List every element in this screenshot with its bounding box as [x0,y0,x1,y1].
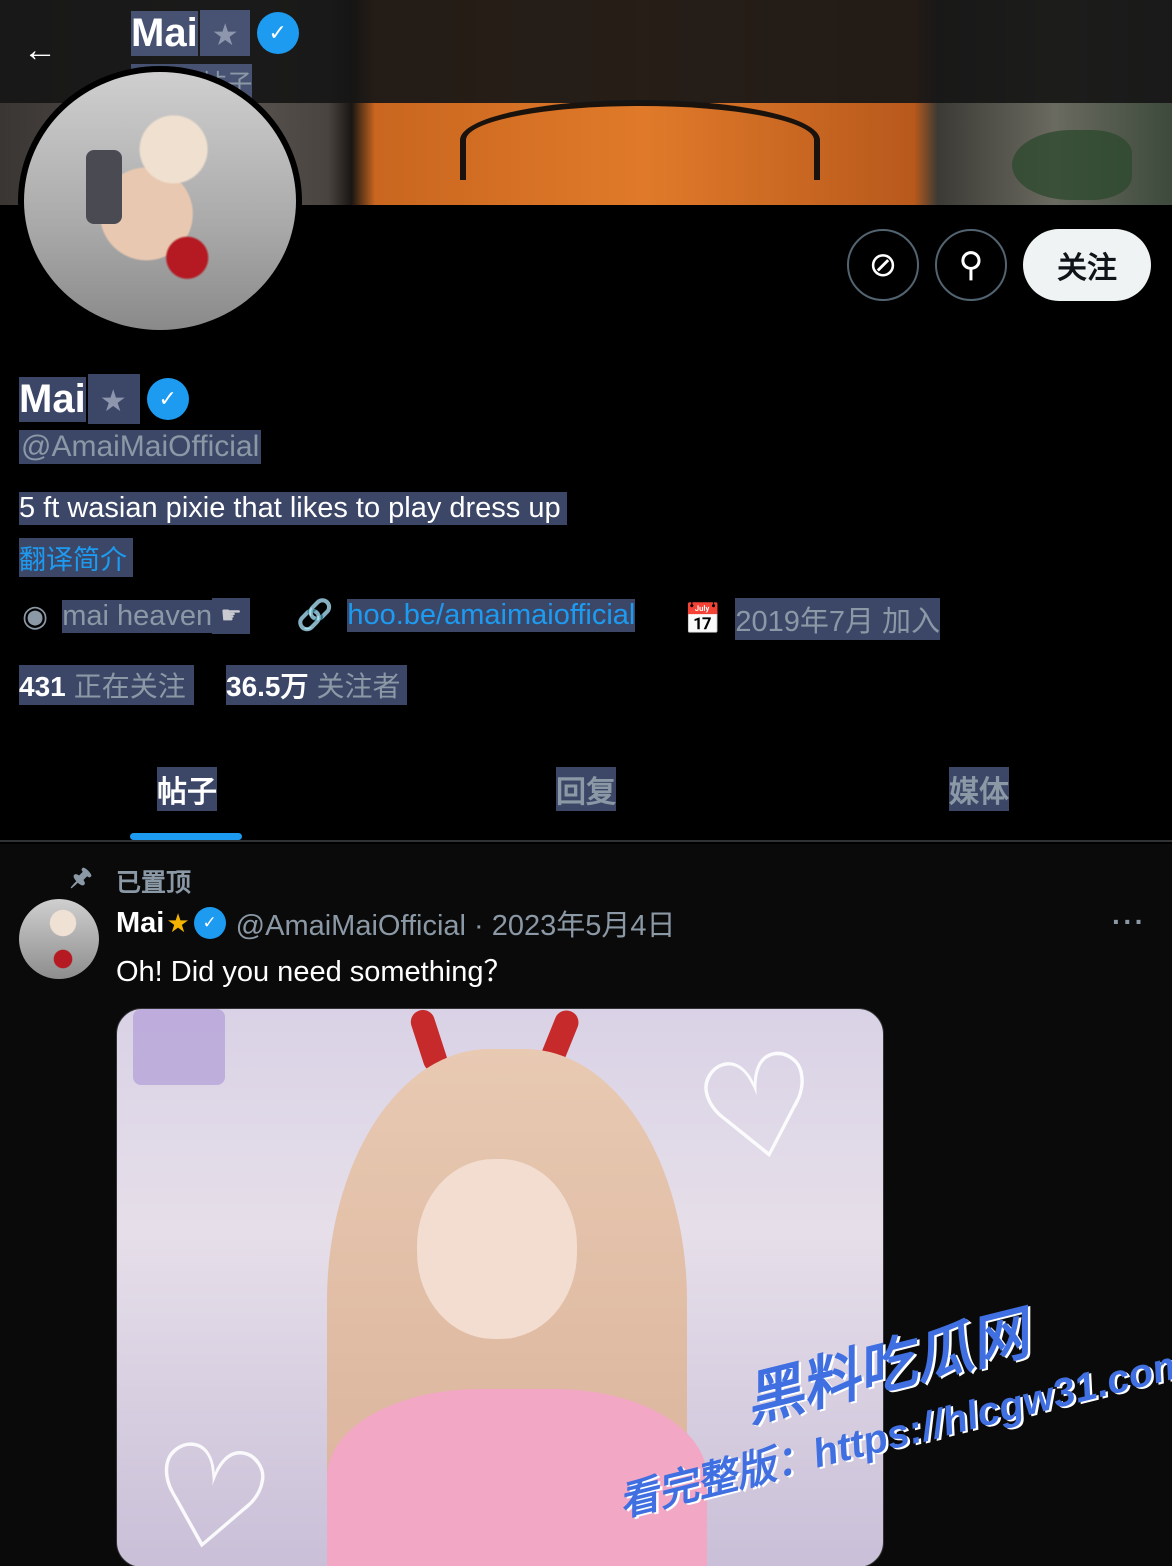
tab-posts[interactable]: 帖子 [0,738,386,840]
website-link[interactable]: hoo.be/amaimaiofficial [347,599,636,632]
arrow-left-icon: ← [23,30,57,69]
banner-detail [460,100,820,180]
profile-location: ◉ mai heaven ☛ [22,598,251,634]
post-text: Oh! Did you need something？ [116,956,513,988]
profile-handle: @AmaiMaiOfficial [19,430,262,464]
dizzy-emoji-icon: ★ [166,907,190,938]
search-icon: ⚲ [958,246,984,284]
avatar-phone [86,150,122,224]
pinned-post[interactable]: 🖈 已置顶 Mai ★ ✓ @AmaiMaiOfficial · 2023年5月… [0,844,1172,1566]
location-pin-icon: ◉ [22,599,49,633]
pin-icon: 🖈 [70,864,93,891]
followers-count: 36.5万 [226,671,309,702]
pinned-label: 已置顶 [116,868,192,897]
location-text: mai heaven [62,599,213,633]
post-handle-date[interactable]: @AmaiMaiOfficial · 2023年5月4日 [236,902,676,944]
following-label: 正在关注 [73,671,186,702]
tab-media[interactable]: 媒体 [786,738,1172,840]
active-tab-indicator [130,833,242,840]
header-name-text: Mai [131,10,198,56]
profile-name-text: Mai [19,376,86,422]
tab-replies[interactable]: 回复 [386,738,786,840]
heart-doodle-icon: ♡ [134,1411,286,1566]
profile-avatar[interactable] [18,66,302,336]
pointing-hand-icon: ☛ [212,598,251,634]
post-author-avatar[interactable] [19,899,99,979]
followers-label: 关注者 [316,671,401,702]
translate-bio-link[interactable]: 翻译简介 [19,538,133,577]
header-name: Mai ✓ [131,10,296,56]
joined-text: 2019年7月 加入 [735,598,941,640]
verified-badge-icon[interactable]: ✓ [149,381,186,417]
verified-badge-icon: ✓ [195,909,224,937]
tab-posts-label: 帖子 [157,767,217,811]
more-options-button[interactable]: ··· [1112,906,1146,938]
following-count: 431 [19,671,66,702]
tab-media-label: 媒体 [949,767,1009,811]
grok-icon: ⊘ [868,246,898,284]
back-button[interactable]: ← [18,28,62,72]
search-button[interactable]: ⚲ [935,229,1007,301]
link-icon: 🔗 [296,599,334,632]
follow-button[interactable]: 关注 [1023,229,1151,301]
pinned-indicator: 🖈 已置顶 [70,860,191,901]
profile-name: Mai ✓ [19,374,186,424]
followers-stat[interactable]: 36.5万 关注者 [226,665,407,705]
post-author-name[interactable]: Mai [116,907,164,940]
banner-plant [1012,130,1132,200]
profile-tabs: 帖子 回复 媒体 [0,738,1172,842]
grok-button[interactable]: ⊘ [847,229,919,301]
image-logo-watermark [133,1009,225,1085]
calendar-icon: 📅 [684,602,722,636]
heart-doodle-icon: ♡ [681,1019,838,1200]
profile-website[interactable]: 🔗 hoo.be/amaimaiofficial [296,598,636,633]
tab-replies-label: 回复 [556,767,616,811]
dizzy-emoji-icon [199,10,250,56]
verified-badge-icon: ✓ [259,15,296,51]
dizzy-emoji-icon [87,374,140,424]
profile-bio: 5 ft wasian pixie that likes to play dre… [19,492,567,525]
image-face [417,1159,577,1339]
profile-joined: 📅 2019年7月 加入 [684,598,941,640]
following-stat[interactable]: 431 正在关注 [19,665,194,705]
post-header: Mai ★ ✓ @AmaiMaiOfficial · 2023年5月4日 [116,902,676,944]
